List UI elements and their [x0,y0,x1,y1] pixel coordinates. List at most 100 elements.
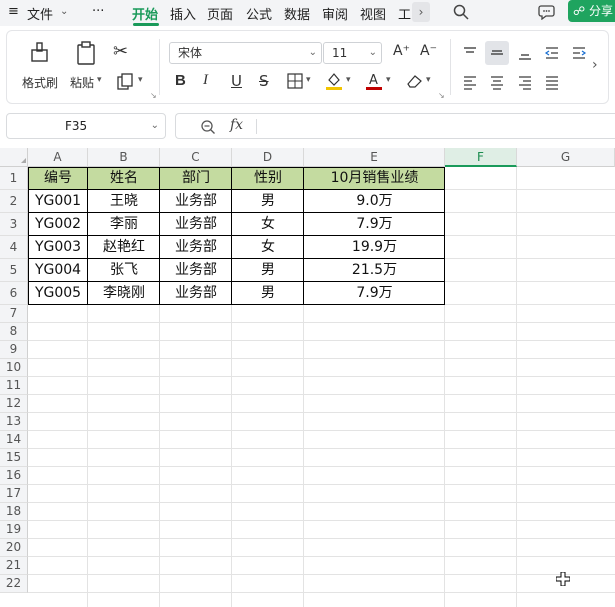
zoom-search-icon[interactable] [200,119,216,135]
table-cell[interactable]: YG003 [28,236,88,259]
table-cell[interactable]: 李丽 [88,213,160,236]
table-cell[interactable]: 7.9万 [304,213,445,236]
table-cell[interactable]: 业务部 [160,282,232,305]
font-launcher-icon[interactable]: ↘ [438,91,445,100]
row-header-5[interactable]: 5 [0,259,28,282]
format-painter-label[interactable]: 格式刷 [22,74,58,91]
table-cell[interactable]: 王晓 [88,190,160,213]
table-cell[interactable]: 女 [232,213,304,236]
row-header-8[interactable]: 8 [0,323,28,341]
tab-formula[interactable]: 公式 [246,4,272,23]
row-header-16[interactable]: 16 [0,467,28,485]
align-bottom-icon[interactable] [517,45,533,61]
italic-button[interactable]: I [203,72,208,89]
tab-view[interactable]: 视图 [360,4,386,23]
decrease-font-icon[interactable]: A⁻ [420,43,437,59]
row-header-9[interactable]: 9 [0,341,28,359]
row-header-21[interactable]: 21 [0,557,28,575]
align-right-icon[interactable] [517,74,533,90]
row-header-14[interactable]: 14 [0,431,28,449]
table-header-cell[interactable]: 部门 [160,167,232,190]
row-header-15[interactable]: 15 [0,449,28,467]
align-top-icon[interactable] [462,45,478,61]
table-cell[interactable]: 21.5万 [304,259,445,282]
row-header-4[interactable]: 4 [0,236,28,259]
column-header-g[interactable]: G [517,148,615,167]
table-cell[interactable]: 业务部 [160,213,232,236]
font-color-dropdown-icon[interactable]: ▾ [386,75,391,85]
row-header-12[interactable]: 12 [0,395,28,413]
share-button[interactable]: ☍ 分享 [568,0,615,22]
column-header-e[interactable]: E [304,148,445,167]
table-header-cell[interactable]: 10月销售业绩 [304,167,445,190]
fx-icon[interactable]: fx [230,117,243,133]
row-header-19[interactable]: 19 [0,521,28,539]
tab-home[interactable]: 开始 [132,4,158,23]
row-header-10[interactable]: 10 [0,359,28,377]
tab-tools[interactable]: 工 [398,4,411,23]
table-cell[interactable]: 张飞 [88,259,160,282]
select-all-corner[interactable] [0,148,28,167]
table-cell[interactable]: 女 [232,236,304,259]
increase-font-icon[interactable]: A⁺ [393,43,410,59]
search-icon[interactable] [453,4,469,20]
align-middle-icon[interactable] [489,45,505,61]
decrease-indent-icon[interactable] [544,45,560,61]
table-cell[interactable]: 李晓刚 [88,282,160,305]
borders-icon[interactable] [287,73,303,89]
table-cell[interactable]: YG001 [28,190,88,213]
table-cell[interactable]: YG004 [28,259,88,282]
paste-dropdown-icon[interactable]: ▾ [97,75,102,85]
font-name-select[interactable]: 宋体 ⌄ [169,42,322,64]
table-cell[interactable]: 男 [232,282,304,305]
column-header-c[interactable]: C [160,148,232,167]
column-header-f[interactable]: F [445,148,517,167]
tab-review[interactable]: 审阅 [322,4,348,23]
row-header-22[interactable]: 22 [0,575,28,593]
font-size-select[interactable]: 11 ⌄ [323,42,382,64]
tab-data[interactable]: 数据 [284,4,310,23]
strikethrough-button[interactable]: S [259,72,269,90]
column-header-a[interactable]: A [28,148,88,167]
formula-input[interactable]: fx [175,113,615,139]
row-header-1[interactable]: 1 [0,167,28,190]
row-header-2[interactable]: 2 [0,190,28,213]
justify-icon[interactable] [544,74,560,90]
row-header-17[interactable]: 17 [0,485,28,503]
underline-button[interactable]: U [231,72,242,90]
table-cell[interactable]: 赵艳红 [88,236,160,259]
copy-icon[interactable] [117,73,135,91]
align-center-icon[interactable] [489,74,505,90]
table-cell[interactable]: YG005 [28,282,88,305]
table-cell[interactable]: 19.9万 [304,236,445,259]
name-box[interactable]: F35 ⌄ [6,113,166,139]
table-cell[interactable]: 9.0万 [304,190,445,213]
row-header-11[interactable]: 11 [0,377,28,395]
row-header-18[interactable]: 18 [0,503,28,521]
table-header-cell[interactable]: 姓名 [88,167,160,190]
clear-dropdown-icon[interactable]: ▾ [426,75,431,85]
scissors-icon[interactable]: ✂ [113,41,128,62]
comment-icon[interactable] [538,4,555,20]
bold-button[interactable]: B [175,72,186,89]
hamburger-icon[interactable]: ≡ [8,4,19,19]
fill-color-icon[interactable] [325,71,343,91]
paste-label[interactable]: 粘贴 [70,74,94,91]
table-cell[interactable]: 业务部 [160,236,232,259]
eraser-icon[interactable] [405,73,423,89]
borders-dropdown-icon[interactable]: ▾ [306,75,311,85]
row-header-20[interactable]: 20 [0,539,28,557]
fill-dropdown-icon[interactable]: ▾ [346,75,351,85]
table-header-cell[interactable]: 性别 [232,167,304,190]
tab-insert[interactable]: 插入 [170,4,196,23]
ribbon-scroll-right-icon[interactable]: › [592,57,598,73]
tab-page[interactable]: 页面 [207,4,233,23]
row-header-13[interactable]: 13 [0,413,28,431]
column-header-b[interactable]: B [88,148,160,167]
table-cell[interactable]: 7.9万 [304,282,445,305]
tabs-scroll-right-icon[interactable]: › [412,2,430,22]
table-cell[interactable]: 业务部 [160,190,232,213]
align-left-icon[interactable] [462,74,478,90]
format-painter-icon[interactable] [29,41,51,65]
table-cell[interactable]: 男 [232,259,304,282]
